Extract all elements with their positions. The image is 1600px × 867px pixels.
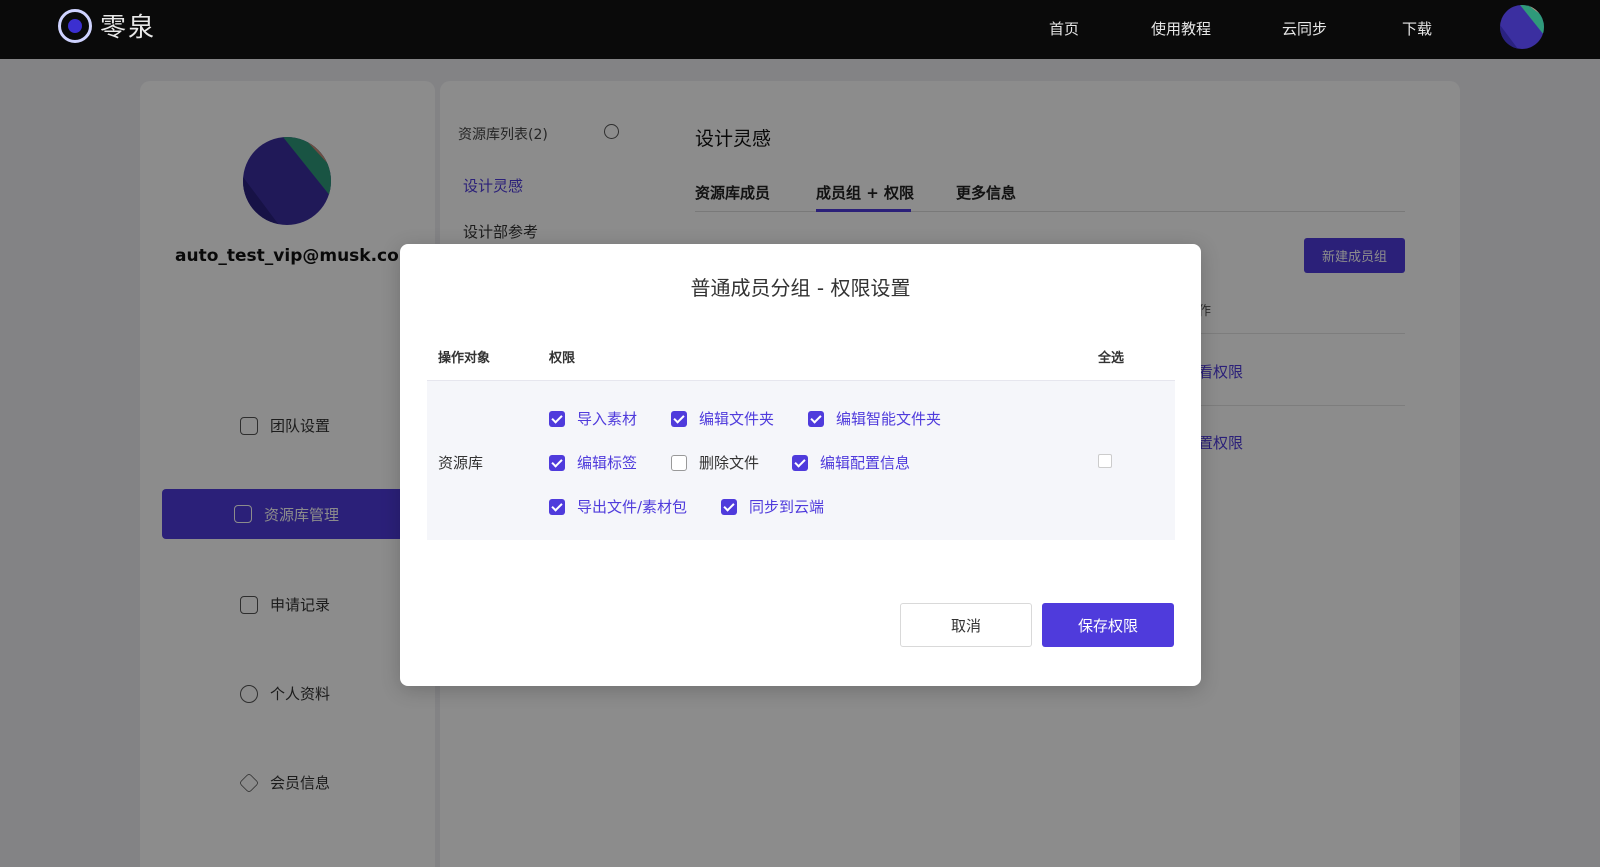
perm-edit-smart-folder[interactable]: 编辑智能文件夹 [808, 408, 941, 429]
checkbox-checked-icon[interactable] [549, 410, 565, 427]
permission-label: 编辑标签 [577, 454, 638, 472]
logo-mark-icon [58, 8, 92, 43]
perm-edit-config[interactable]: 编辑配置信息 [792, 452, 910, 473]
permission-label: 编辑智能文件夹 [836, 410, 942, 428]
save-permissions-button[interactable]: 保存权限 [1042, 603, 1174, 647]
logo[interactable]: 零泉 [58, 7, 156, 44]
perm-edit-folder[interactable]: 编辑文件夹 [671, 408, 774, 429]
perm-sync-cloud[interactable]: 同步到云端 [721, 496, 824, 517]
cancel-button[interactable]: 取消 [900, 603, 1032, 647]
nav-home[interactable]: 首页 [1049, 18, 1079, 39]
checkbox-checked-icon[interactable] [671, 410, 687, 427]
checkbox-checked-icon[interactable] [549, 498, 565, 515]
permission-label: 删除文件 [699, 454, 760, 472]
checkbox-unchecked-icon[interactable] [671, 454, 687, 471]
permission-label: 导入素材 [577, 410, 638, 428]
select-all-checkbox[interactable] [1098, 454, 1112, 468]
checkbox-checked-icon[interactable] [808, 410, 824, 427]
perm-delete-files[interactable]: 删除文件 [671, 452, 759, 473]
checkbox-checked-icon[interactable] [792, 454, 808, 471]
permission-label: 编辑文件夹 [699, 410, 775, 428]
user-avatar[interactable] [1500, 5, 1544, 49]
header-operation-object: 操作对象 [438, 351, 491, 366]
perm-import-assets[interactable]: 导入素材 [549, 408, 637, 429]
permission-label: 编辑配置信息 [820, 454, 911, 472]
perm-edit-tags[interactable]: 编辑标签 [549, 452, 637, 473]
header-permission: 权限 [549, 351, 576, 366]
header-select-all: 全选 [1098, 351, 1125, 366]
permission-label: 导出文件/素材包 [577, 498, 688, 516]
nav-tutorial[interactable]: 使用教程 [1151, 18, 1211, 39]
top-bar: 零泉 首页 使用教程 云同步 下载 [0, 0, 1600, 59]
permission-label: 同步到云端 [749, 498, 825, 516]
dialog-title: 普通成员分组 - 权限设置 [690, 276, 911, 300]
logo-text: 零泉 [100, 13, 157, 43]
perm-export-files[interactable]: 导出文件/素材包 [549, 496, 687, 517]
permission-settings-dialog: 普通成员分组 - 权限设置 操作对象 权限 全选 资源库 导入素材 编辑文件夹 … [400, 244, 1201, 686]
operation-object-label: 资源库 [438, 454, 484, 472]
nav-download[interactable]: 下载 [1402, 18, 1432, 39]
nav-cloud-sync[interactable]: 云同步 [1282, 18, 1327, 39]
checkbox-checked-icon[interactable] [721, 498, 737, 515]
checkbox-checked-icon[interactable] [549, 454, 565, 471]
